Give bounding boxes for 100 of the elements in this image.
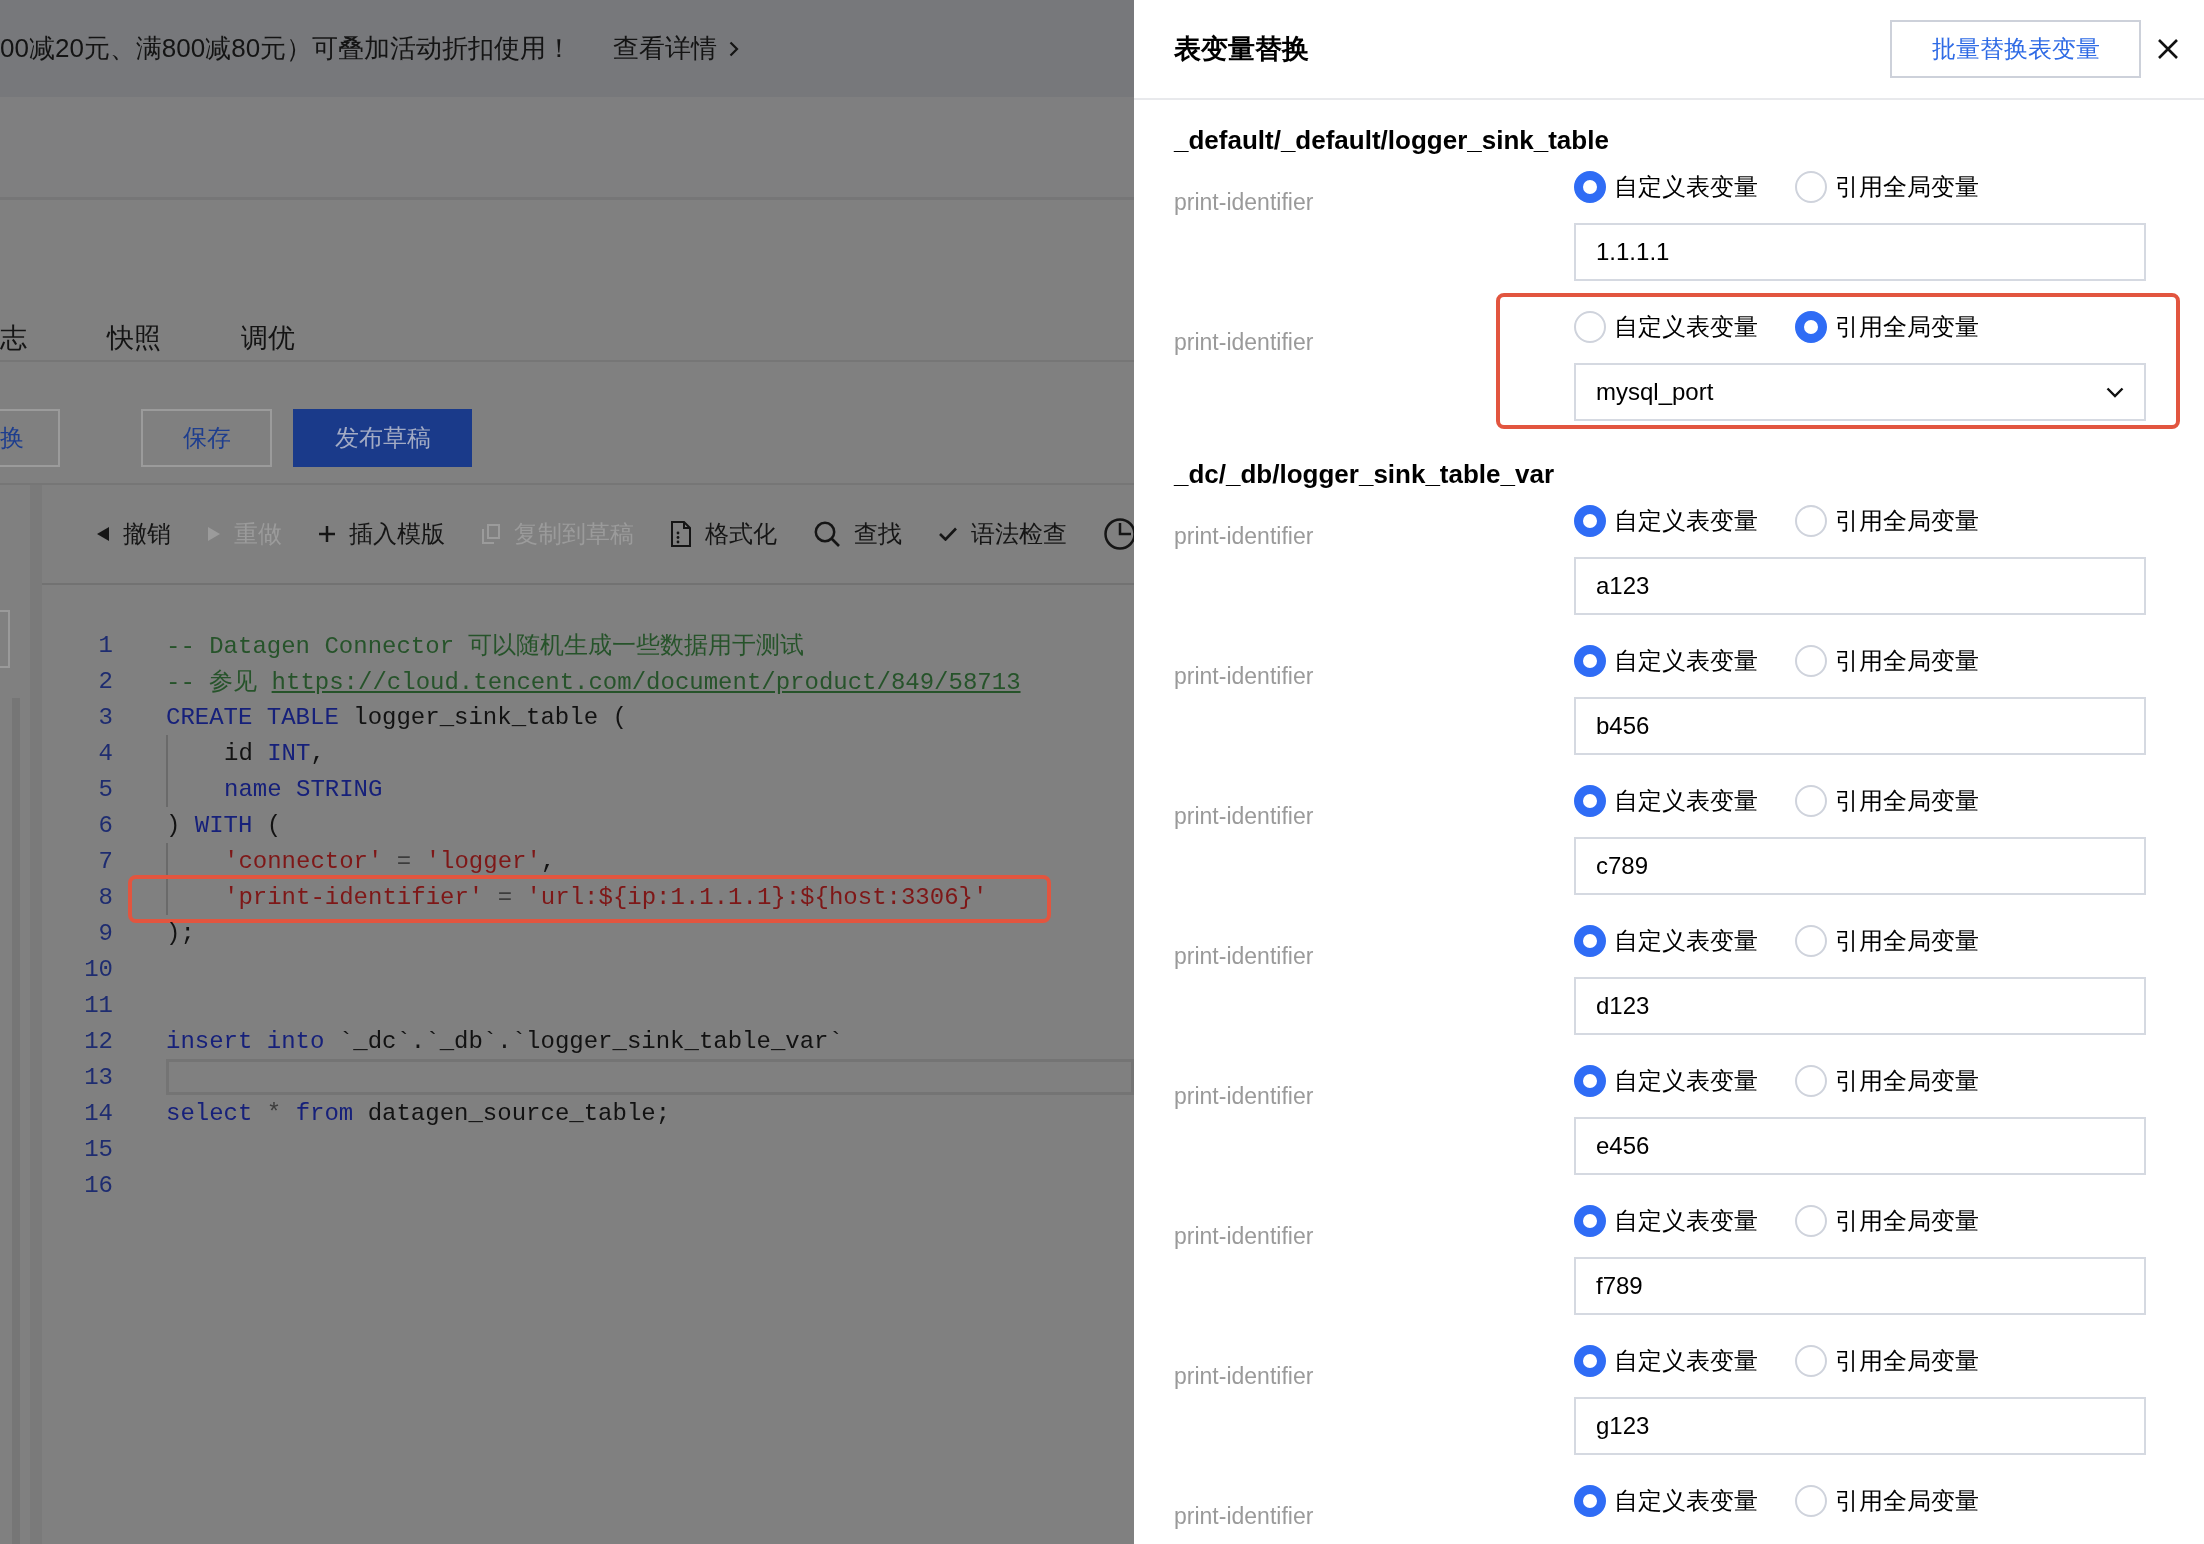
radio-option[interactable]: 自定义表变量 — [1574, 171, 1758, 203]
field-label: print-identifier — [1174, 188, 1314, 217]
radio-icon[interactable] — [1574, 171, 1606, 203]
drawer-title: 表变量替换 — [1174, 33, 1310, 66]
field-label: print-identifier — [1174, 942, 1314, 971]
code-line: -- 参见 https://cloud.tencent.com/document/product/849/58713 — [166, 668, 1021, 697]
radio-option[interactable]: 自定义表变量 — [1574, 1485, 1758, 1517]
details-link[interactable]: 查看详情 — [613, 31, 740, 66]
line-number: 13 — [83, 1063, 113, 1091]
radio-option[interactable]: 自定义表变量 — [1574, 311, 1758, 343]
radio-option[interactable]: 引用全局变量 — [1795, 1485, 1979, 1517]
code-line: -- Datagen Connector 可以随机生成一些数据用于测试 — [166, 632, 805, 661]
radio-option[interactable]: 自定义表变量 — [1574, 1345, 1758, 1377]
radio-icon[interactable] — [1574, 1205, 1606, 1237]
radio-icon[interactable] — [1795, 311, 1827, 343]
field-label: print-identifier — [1174, 1082, 1314, 1111]
radio-option[interactable]: 自定义表变量 — [1574, 645, 1758, 677]
radio-option[interactable]: 自定义表变量 — [1574, 505, 1758, 537]
radio-option[interactable]: 自定义表变量 — [1574, 785, 1758, 817]
text-input[interactable]: c789 — [1574, 837, 2146, 895]
tab[interactable]: 调优 — [241, 320, 295, 356]
toolbar-button[interactable]: 撤销 — [97, 518, 171, 550]
line-number: 11 — [83, 991, 113, 1019]
search-icon[interactable] — [814, 521, 840, 547]
radio-icon[interactable] — [1574, 1345, 1606, 1377]
tab[interactable]: 快照 — [107, 320, 161, 356]
radio-icon[interactable] — [1574, 785, 1606, 817]
code-line: CREATE TABLE logger_sink_table ( — [166, 703, 627, 731]
line-number: 14 — [83, 1099, 113, 1127]
radio-option[interactable]: 引用全局变量 — [1795, 1065, 1979, 1097]
line-number: 12 — [83, 1027, 113, 1055]
radio-icon[interactable] — [1574, 925, 1606, 957]
line-number: 9 — [97, 919, 113, 947]
code-line: insert into `_dc`.`_db`.`logger_sink_table_var` — [166, 1027, 843, 1055]
code-line: 'print-identifier' = 'url:${ip:1.1.1.1}:${host:3306}' — [224, 883, 988, 911]
section-title: _dc/_db/logger_sink_table_var — [1174, 458, 1555, 491]
line-number: 7 — [97, 847, 113, 875]
field-label: print-identifier — [1174, 1362, 1314, 1391]
code-line: ); — [166, 919, 195, 947]
radio-option[interactable]: 自定义表变量 — [1574, 925, 1758, 957]
line-number: 6 — [97, 811, 113, 839]
radio-option[interactable]: 引用全局变量 — [1795, 1205, 1979, 1237]
left-triangle-icon[interactable] — [97, 527, 109, 541]
field-label: print-identifier — [1174, 522, 1314, 551]
dropdown-select[interactable]: mysql_port — [1574, 363, 2146, 421]
line-number: 10 — [83, 955, 113, 983]
toolbar-button[interactable]: 插入模版 — [319, 518, 445, 550]
code-line: name STRING — [224, 775, 383, 803]
tab[interactable]: 志 — [0, 320, 27, 356]
text-input[interactable]: d123 — [1574, 977, 2146, 1035]
text-input[interactable]: b456 — [1574, 697, 2146, 755]
promo-text: 00减20元、满800减80元）可叠加活动折扣使用！ — [0, 32, 573, 65]
line-number: 3 — [97, 703, 113, 731]
line-number: 2 — [97, 667, 113, 695]
field-label: print-identifier — [1174, 802, 1314, 831]
radio-option[interactable]: 自定义表变量 — [1574, 1065, 1758, 1097]
radio-option[interactable]: 自定义表变量 — [1574, 1205, 1758, 1237]
text-input[interactable]: e456 — [1574, 1117, 2146, 1175]
text-input[interactable]: g123 — [1574, 1397, 2146, 1455]
input-field[interactable] — [0, 610, 10, 668]
radio-icon[interactable] — [1574, 1485, 1606, 1517]
toolbar-button[interactable]: 语法检查 — [939, 518, 1067, 550]
radio-option[interactable]: 引用全局变量 — [1795, 645, 1979, 677]
radio-option[interactable]: 引用全局变量 — [1795, 785, 1979, 817]
code-line: id INT, — [224, 739, 325, 767]
primary-button[interactable]: 发布草稿 — [293, 409, 472, 467]
radio-option[interactable]: 引用全局变量 — [1795, 311, 1979, 343]
field-label: print-identifier — [1174, 1222, 1314, 1251]
line-number: 5 — [97, 775, 113, 803]
radio-icon[interactable] — [1574, 645, 1606, 677]
text-input[interactable]: a123 — [1574, 557, 2146, 615]
text-input[interactable]: 1.1.1.1 — [1574, 223, 2146, 281]
toolbar-button[interactable]: 查找 — [814, 518, 902, 550]
radio-icon[interactable] — [1574, 505, 1606, 537]
chevron-right-icon[interactable] — [729, 40, 740, 57]
radio-option[interactable]: 引用全局变量 — [1795, 171, 1979, 203]
line-number: 1 — [97, 631, 113, 659]
radio-icon[interactable] — [1574, 1065, 1606, 1097]
text-input[interactable]: f789 — [1574, 1257, 2146, 1315]
batch-replace-button[interactable]: 批量替换表变量 — [1890, 20, 2141, 78]
toolbar-button[interactable]: 格式化 — [671, 518, 777, 550]
field-label: print-identifier — [1174, 662, 1314, 691]
close-icon[interactable] — [2157, 38, 2179, 60]
section-title: _default/_default/logger_sink_table — [1174, 124, 1609, 157]
chevron-down-icon[interactable] — [2106, 386, 2124, 398]
document-icon[interactable] — [671, 521, 691, 547]
check-icon[interactable] — [939, 527, 957, 541]
radio-option[interactable]: 引用全局变量 — [1795, 925, 1979, 957]
radio-option[interactable]: 引用全局变量 — [1795, 1345, 1979, 1377]
code-line: select * from datagen_source_table; — [166, 1099, 671, 1127]
field-label: print-identifier — [1174, 1502, 1314, 1531]
line-number: 8 — [97, 883, 113, 911]
line-number: 4 — [97, 739, 113, 767]
plus-icon[interactable] — [319, 526, 335, 542]
line-number: 16 — [83, 1171, 113, 1199]
radio-option[interactable]: 引用全局变量 — [1795, 505, 1979, 537]
line-number: 15 — [83, 1135, 113, 1163]
clock-icon[interactable] — [1104, 518, 1134, 550]
field-label: print-identifier — [1174, 328, 1314, 357]
code-line: 'connector' = 'logger', — [224, 847, 556, 875]
